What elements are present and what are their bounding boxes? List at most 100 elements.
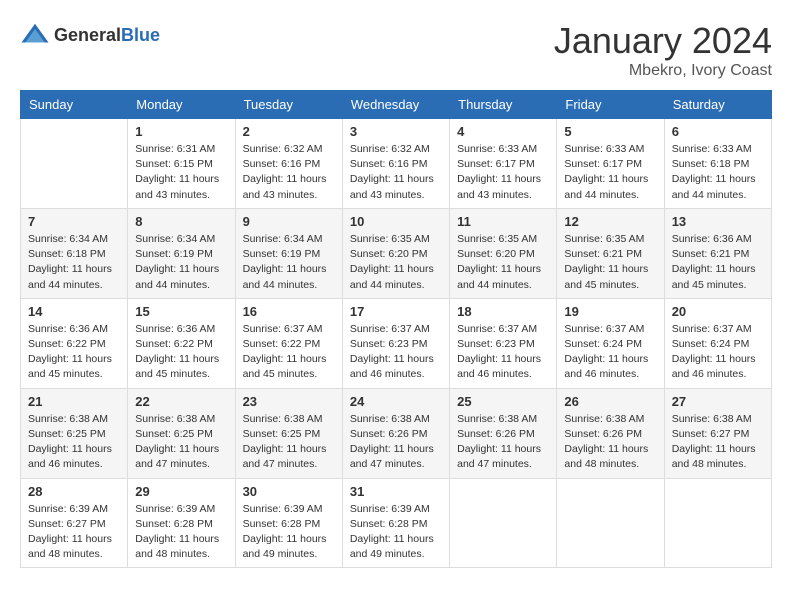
calendar-cell: 15 Sunrise: 6:36 AMSunset: 6:22 PMDayligh… — [128, 298, 235, 388]
day-number: 16 — [243, 304, 335, 319]
day-number: 9 — [243, 214, 335, 229]
day-info: Sunrise: 6:36 AMSunset: 6:21 PMDaylight:… — [672, 232, 764, 293]
day-info: Sunrise: 6:37 AMSunset: 6:22 PMDaylight:… — [243, 322, 335, 383]
weekday-header: Monday — [128, 91, 235, 119]
logo: GeneralBlue — [20, 20, 160, 50]
weekday-header: Thursday — [450, 91, 557, 119]
day-info: Sunrise: 6:37 AMSunset: 6:24 PMDaylight:… — [564, 322, 656, 383]
day-info: Sunrise: 6:34 AMSunset: 6:18 PMDaylight:… — [28, 232, 120, 293]
calendar-week-row: 28 Sunrise: 6:39 AMSunset: 6:27 PMDayligh… — [21, 478, 772, 568]
day-info: Sunrise: 6:33 AMSunset: 6:17 PMDaylight:… — [564, 142, 656, 203]
day-number: 21 — [28, 394, 120, 409]
day-info: Sunrise: 6:37 AMSunset: 6:24 PMDaylight:… — [672, 322, 764, 383]
calendar-week-row: 21 Sunrise: 6:38 AMSunset: 6:25 PMDayligh… — [21, 388, 772, 478]
calendar-cell: 19 Sunrise: 6:37 AMSunset: 6:24 PMDayligh… — [557, 298, 664, 388]
day-info: Sunrise: 6:38 AMSunset: 6:26 PMDaylight:… — [350, 412, 442, 473]
calendar-cell: 22 Sunrise: 6:38 AMSunset: 6:25 PMDayligh… — [128, 388, 235, 478]
day-info: Sunrise: 6:32 AMSunset: 6:16 PMDaylight:… — [350, 142, 442, 203]
day-info: Sunrise: 6:33 AMSunset: 6:18 PMDaylight:… — [672, 142, 764, 203]
day-number: 15 — [135, 304, 227, 319]
day-info: Sunrise: 6:38 AMSunset: 6:25 PMDaylight:… — [243, 412, 335, 473]
weekday-header: Tuesday — [235, 91, 342, 119]
calendar-cell: 10Sunrise: 6:35 AMSunset: 6:20 PMDayligh… — [342, 208, 449, 298]
day-number: 23 — [243, 394, 335, 409]
calendar-title: January 2024 — [554, 20, 772, 62]
calendar-cell: 11 Sunrise: 6:35 AMSunset: 6:20 PMDayligh… — [450, 208, 557, 298]
calendar-cell: 21Sunrise: 6:38 AMSunset: 6:25 PMDayligh… — [21, 388, 128, 478]
day-number: 4 — [457, 124, 549, 139]
calendar-cell: 18Sunrise: 6:37 AMSunset: 6:23 PMDayligh… — [450, 298, 557, 388]
calendar-cell: 14 Sunrise: 6:36 AMSunset: 6:22 PMDayligh… — [21, 298, 128, 388]
day-number: 1 — [135, 124, 227, 139]
calendar-cell: 29Sunrise: 6:39 AMSunset: 6:28 PMDayligh… — [128, 478, 235, 568]
day-info: Sunrise: 6:37 AMSunset: 6:23 PMDaylight:… — [457, 322, 549, 383]
day-number: 8 — [135, 214, 227, 229]
calendar-cell: 6Sunrise: 6:33 AMSunset: 6:18 PMDaylight… — [664, 119, 771, 209]
weekday-header: Saturday — [664, 91, 771, 119]
calendar-week-row: 1 Sunrise: 6:31 AMSunset: 6:15 PMDaylight… — [21, 119, 772, 209]
calendar-header-row: SundayMondayTuesdayWednesdayThursdayFrid… — [21, 91, 772, 119]
day-info: Sunrise: 6:39 AMSunset: 6:28 PMDaylight:… — [350, 502, 442, 563]
calendar-cell: 23 Sunrise: 6:38 AMSunset: 6:25 PMDayligh… — [235, 388, 342, 478]
calendar-cell: 27Sunrise: 6:38 AMSunset: 6:27 PMDayligh… — [664, 388, 771, 478]
calendar-cell: 26 Sunrise: 6:38 AMSunset: 6:26 PMDayligh… — [557, 388, 664, 478]
logo-icon — [20, 20, 50, 50]
day-number: 3 — [350, 124, 442, 139]
day-number: 30 — [243, 484, 335, 499]
calendar-week-row: 14 Sunrise: 6:36 AMSunset: 6:22 PMDayligh… — [21, 298, 772, 388]
day-info: Sunrise: 6:35 AMSunset: 6:21 PMDaylight:… — [564, 232, 656, 293]
calendar-cell: 3 Sunrise: 6:32 AMSunset: 6:16 PMDaylight… — [342, 119, 449, 209]
day-info: Sunrise: 6:35 AMSunset: 6:20 PMDaylight:… — [457, 232, 549, 293]
calendar-cell: 31 Sunrise: 6:39 AMSunset: 6:28 PMDayligh… — [342, 478, 449, 568]
day-info: Sunrise: 6:38 AMSunset: 6:25 PMDaylight:… — [135, 412, 227, 473]
day-info: Sunrise: 6:34 AMSunset: 6:19 PMDaylight:… — [243, 232, 335, 293]
calendar-cell: 5 Sunrise: 6:33 AMSunset: 6:17 PMDaylight… — [557, 119, 664, 209]
calendar-cell: 8Sunrise: 6:34 AMSunset: 6:19 PMDaylight… — [128, 208, 235, 298]
day-info: Sunrise: 6:39 AMSunset: 6:28 PMDaylight:… — [243, 502, 335, 563]
day-info: Sunrise: 6:31 AMSunset: 6:15 PMDaylight:… — [135, 142, 227, 203]
day-number: 11 — [457, 214, 549, 229]
calendar-location: Mbekro, Ivory Coast — [554, 62, 772, 80]
day-info: Sunrise: 6:38 AMSunset: 6:26 PMDaylight:… — [457, 412, 549, 473]
day-number: 20 — [672, 304, 764, 319]
calendar-week-row: 7 Sunrise: 6:34 AMSunset: 6:18 PMDaylight… — [21, 208, 772, 298]
calendar-cell: 7 Sunrise: 6:34 AMSunset: 6:18 PMDaylight… — [21, 208, 128, 298]
calendar-cell: 30 Sunrise: 6:39 AMSunset: 6:28 PMDayligh… — [235, 478, 342, 568]
day-number: 24 — [350, 394, 442, 409]
day-info: Sunrise: 6:39 AMSunset: 6:28 PMDaylight:… — [135, 502, 227, 563]
day-number: 7 — [28, 214, 120, 229]
weekday-header: Wednesday — [342, 91, 449, 119]
calendar-table: SundayMondayTuesdayWednesdayThursdayFrid… — [20, 90, 772, 568]
day-number: 14 — [28, 304, 120, 319]
day-number: 19 — [564, 304, 656, 319]
day-number: 13 — [672, 214, 764, 229]
calendar-cell: 16 Sunrise: 6:37 AMSunset: 6:22 PMDayligh… — [235, 298, 342, 388]
calendar-cell: 28 Sunrise: 6:39 AMSunset: 6:27 PMDayligh… — [21, 478, 128, 568]
logo-text-general: General — [54, 25, 121, 45]
day-number: 10 — [350, 214, 442, 229]
day-info: Sunrise: 6:36 AMSunset: 6:22 PMDaylight:… — [135, 322, 227, 383]
day-number: 5 — [564, 124, 656, 139]
day-info: Sunrise: 6:38 AMSunset: 6:26 PMDaylight:… — [564, 412, 656, 473]
weekday-header: Friday — [557, 91, 664, 119]
day-info: Sunrise: 6:38 AMSunset: 6:27 PMDaylight:… — [672, 412, 764, 473]
calendar-cell: 1 Sunrise: 6:31 AMSunset: 6:15 PMDaylight… — [128, 119, 235, 209]
day-number: 28 — [28, 484, 120, 499]
day-info: Sunrise: 6:37 AMSunset: 6:23 PMDaylight:… — [350, 322, 442, 383]
weekday-header: Sunday — [21, 91, 128, 119]
calendar-cell: 2Sunrise: 6:32 AMSunset: 6:16 PMDaylight… — [235, 119, 342, 209]
day-number: 31 — [350, 484, 442, 499]
logo-text-blue: Blue — [121, 25, 160, 45]
day-info: Sunrise: 6:36 AMSunset: 6:22 PMDaylight:… — [28, 322, 120, 383]
day-info: Sunrise: 6:39 AMSunset: 6:27 PMDaylight:… — [28, 502, 120, 563]
calendar-cell: 13 Sunrise: 6:36 AMSunset: 6:21 PMDayligh… — [664, 208, 771, 298]
calendar-cell: 4 Sunrise: 6:33 AMSunset: 6:17 PMDaylight… — [450, 119, 557, 209]
day-number: 26 — [564, 394, 656, 409]
calendar-cell: 9 Sunrise: 6:34 AMSunset: 6:19 PMDaylight… — [235, 208, 342, 298]
day-number: 25 — [457, 394, 549, 409]
day-info: Sunrise: 6:33 AMSunset: 6:17 PMDaylight:… — [457, 142, 549, 203]
day-number: 2 — [243, 124, 335, 139]
calendar-cell — [664, 478, 771, 568]
calendar-cell — [557, 478, 664, 568]
day-number: 22 — [135, 394, 227, 409]
